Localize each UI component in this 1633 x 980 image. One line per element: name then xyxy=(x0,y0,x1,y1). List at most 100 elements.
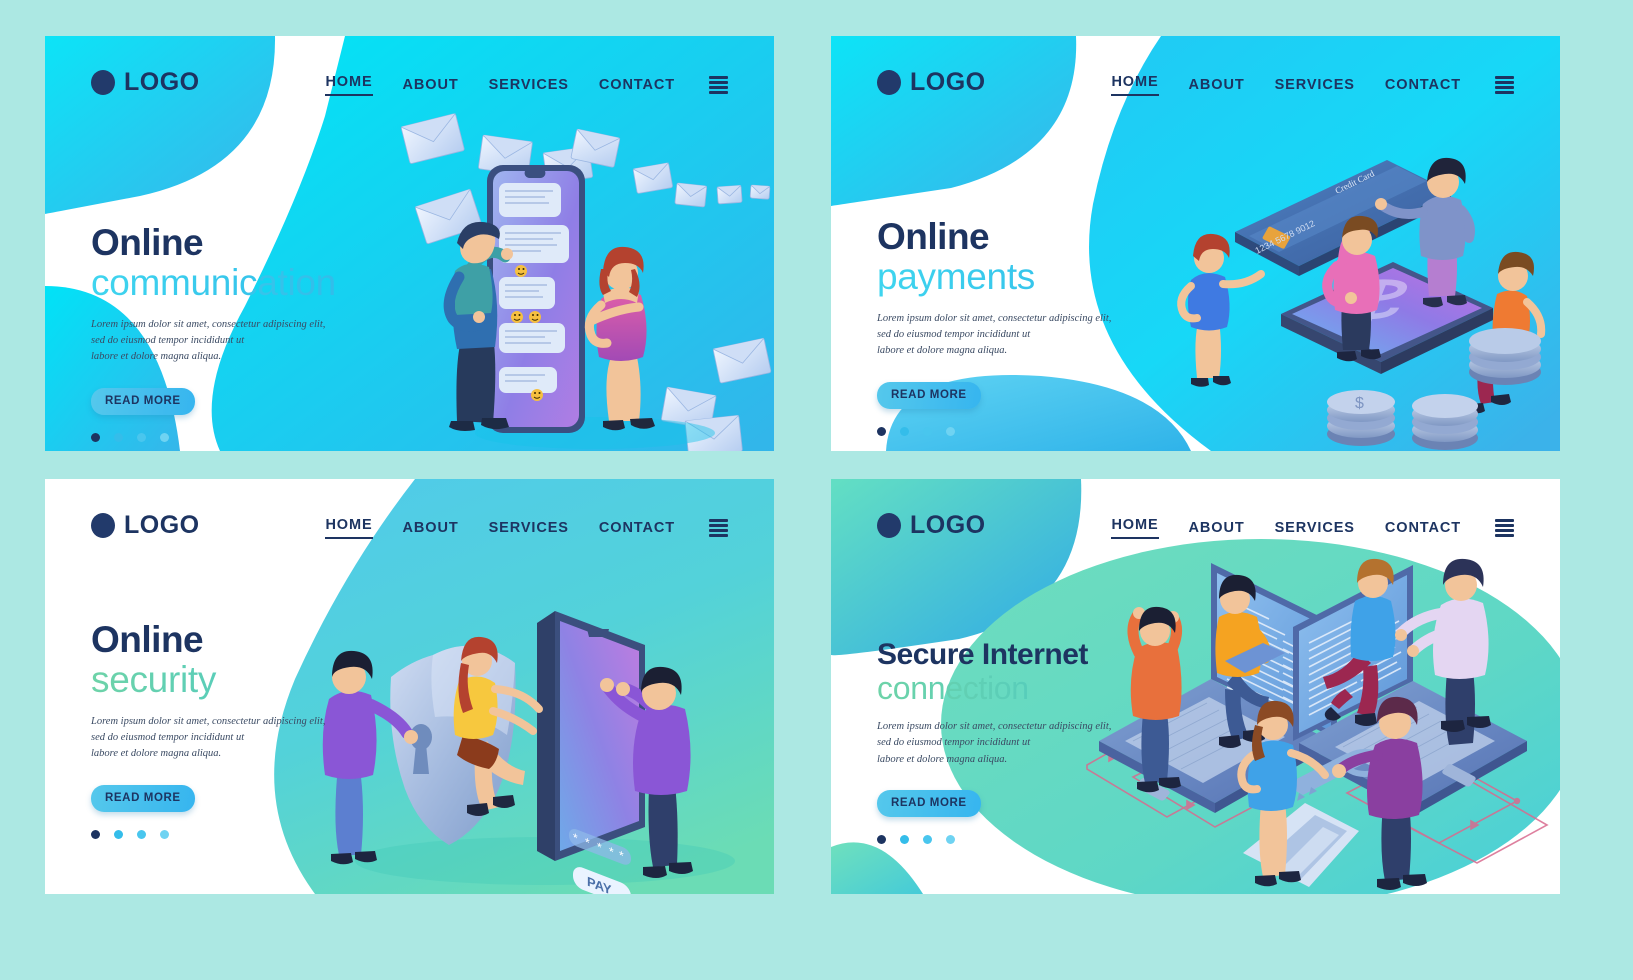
lorem-line-3: labore et dolore magna aliqua. xyxy=(91,748,222,760)
carousel-dot-1[interactable] xyxy=(91,432,100,442)
main-nav: HOME ABOUT SERVICES CONTACT xyxy=(325,517,728,539)
landing-page-templates-grid: LOGO HOME ABOUT SERVICES CONTACT Online … xyxy=(45,36,1589,894)
lorem-line-1: Lorem ipsum dolor sit amet, consectetur … xyxy=(91,715,326,727)
svg-text:*: * xyxy=(585,835,590,850)
hamburger-icon[interactable] xyxy=(709,76,728,94)
hamburger-icon[interactable] xyxy=(1495,76,1514,94)
carousel-dot-4[interactable] xyxy=(946,426,955,436)
carousel-dot-3[interactable] xyxy=(923,834,932,844)
carousel-dot-3[interactable] xyxy=(137,829,146,839)
nav-item-about[interactable]: ABOUT xyxy=(1189,520,1245,536)
panel1-title-line2: communication xyxy=(91,262,391,303)
nav-item-home[interactable]: HOME xyxy=(325,74,373,96)
carousel-dot-2[interactable] xyxy=(900,426,909,436)
nav-item-contact[interactable]: CONTACT xyxy=(599,520,675,536)
coin-stack-bottom-1: $ xyxy=(1327,390,1395,446)
nav-item-contact[interactable]: CONTACT xyxy=(1385,520,1461,536)
lorem-line-1: Lorem ipsum dolor sit amet, consectetur … xyxy=(877,721,1112,733)
logo-text: LOGO xyxy=(910,68,986,96)
nav-item-services[interactable]: SERVICES xyxy=(489,520,569,536)
carousel-dot-2[interactable] xyxy=(114,432,123,442)
carousel-dot-1[interactable] xyxy=(877,426,886,436)
carousel-dot-1[interactable] xyxy=(877,834,886,844)
hamburger-icon[interactable] xyxy=(709,519,728,537)
carousel-dots xyxy=(91,829,391,839)
panel-online-payments: Credit Card 1234 5678 9012 $ LOGO HOME A… xyxy=(831,36,1560,451)
lorem-line-3: labore et dolore magna aliqua. xyxy=(877,753,1008,765)
panel-online-security: * * * * * PAY LOGO HOME ABOUT SERVICES C… xyxy=(45,479,774,894)
shield-icon xyxy=(390,645,516,845)
logo-text: LOGO xyxy=(124,511,200,539)
nav-item-home[interactable]: HOME xyxy=(325,517,373,539)
nav-item-home[interactable]: HOME xyxy=(1111,517,1159,539)
lorem-line-2: sed do eiusmod tempor incididunt ut xyxy=(877,329,1031,341)
svg-text:*: * xyxy=(573,830,578,845)
panel1-header: LOGO HOME ABOUT SERVICES CONTACT xyxy=(45,36,774,128)
logo[interactable]: LOGO xyxy=(877,68,986,97)
logo[interactable]: LOGO xyxy=(877,511,986,540)
carousel-dots xyxy=(877,834,1197,844)
nav-item-services[interactable]: SERVICES xyxy=(489,77,569,93)
carousel-dot-1[interactable] xyxy=(91,829,100,839)
panel2-body-text: Lorem ipsum dolor sit amet, consectetur … xyxy=(877,311,1177,360)
carousel-dots xyxy=(91,432,391,442)
hamburger-icon[interactable] xyxy=(1495,519,1514,537)
chat-messaging-illustration xyxy=(400,113,772,451)
panel4-body-text: Lorem ipsum dolor sit amet, consectetur … xyxy=(877,719,1197,768)
credit-card-payment-illustration: Credit Card 1234 5678 9012 $ xyxy=(1177,157,1546,450)
carousel-dot-3[interactable] xyxy=(923,426,932,436)
carousel-dot-3[interactable] xyxy=(137,432,146,442)
svg-text:$: $ xyxy=(1355,395,1364,412)
logo-text: LOGO xyxy=(910,511,986,539)
nav-item-about[interactable]: ABOUT xyxy=(1189,77,1245,93)
panel4-title-line2: connection xyxy=(877,670,1197,706)
carousel-dot-4[interactable] xyxy=(946,834,955,844)
nav-item-services[interactable]: SERVICES xyxy=(1275,77,1355,93)
panel4-title-line1: Secure Internet xyxy=(877,638,1088,671)
read-more-button[interactable]: READ MORE xyxy=(91,387,195,415)
lorem-line-2: sed do eiusmod tempor incididunt ut xyxy=(91,732,245,744)
lorem-line-1: Lorem ipsum dolor sit amet, consectetur … xyxy=(91,318,326,330)
svg-text:*: * xyxy=(609,844,614,859)
main-nav: HOME ABOUT SERVICES CONTACT xyxy=(325,74,728,96)
nav-item-about[interactable]: ABOUT xyxy=(403,77,459,93)
svg-text:*: * xyxy=(597,840,602,855)
panel1-copy: Online communication Lorem ipsum dolor s… xyxy=(91,222,391,442)
carousel-dot-4[interactable] xyxy=(160,829,169,839)
logo-dot-icon xyxy=(877,70,901,95)
lorem-line-2: sed do eiusmod tempor incididunt ut xyxy=(877,737,1031,749)
lorem-line-2: sed do eiusmod tempor incididunt ut xyxy=(91,335,245,347)
carousel-dot-2[interactable] xyxy=(900,834,909,844)
panel2-copy: Online payments Lorem ipsum dolor sit am… xyxy=(877,217,1177,436)
main-nav: HOME ABOUT SERVICES CONTACT xyxy=(1111,517,1514,539)
carousel-dots xyxy=(877,426,1177,436)
read-more-button[interactable]: READ MORE xyxy=(877,381,981,409)
figure-woman xyxy=(584,246,655,431)
panel-online-communication: LOGO HOME ABOUT SERVICES CONTACT Online … xyxy=(45,36,774,451)
nav-item-about[interactable]: ABOUT xyxy=(403,520,459,536)
panel1-body-text: Lorem ipsum dolor sit amet, consectetur … xyxy=(91,317,391,366)
carousel-dot-2[interactable] xyxy=(114,829,123,839)
panel3-title-line2: security xyxy=(91,659,391,700)
panel3-title-line1: Online xyxy=(91,619,204,660)
panel1-title-line1: Online xyxy=(91,222,204,263)
read-more-button[interactable]: READ MORE xyxy=(877,789,981,817)
logo[interactable]: LOGO xyxy=(91,511,200,540)
nav-item-home[interactable]: HOME xyxy=(1111,74,1159,96)
logo-text: LOGO xyxy=(124,68,200,96)
read-more-button[interactable]: READ MORE xyxy=(91,784,195,812)
logo-dot-icon xyxy=(91,70,115,95)
carousel-dot-4[interactable] xyxy=(160,432,169,442)
panel2-title-line2: payments xyxy=(877,256,1177,297)
panel3-header: LOGO HOME ABOUT SERVICES CONTACT xyxy=(45,479,774,571)
nav-item-contact[interactable]: CONTACT xyxy=(1385,77,1461,93)
logo-dot-icon xyxy=(877,513,901,538)
panel2-header: LOGO HOME ABOUT SERVICES CONTACT xyxy=(831,36,1560,128)
nav-item-services[interactable]: SERVICES xyxy=(1275,520,1355,536)
svg-text:*: * xyxy=(619,848,624,863)
nav-item-contact[interactable]: CONTACT xyxy=(599,77,675,93)
logo[interactable]: LOGO xyxy=(91,68,200,97)
coin-stack-bottom-2 xyxy=(1412,394,1478,450)
coin-stack-right xyxy=(1469,328,1541,385)
panel4-copy: Secure Internet connection Lorem ipsum d… xyxy=(877,639,1197,844)
